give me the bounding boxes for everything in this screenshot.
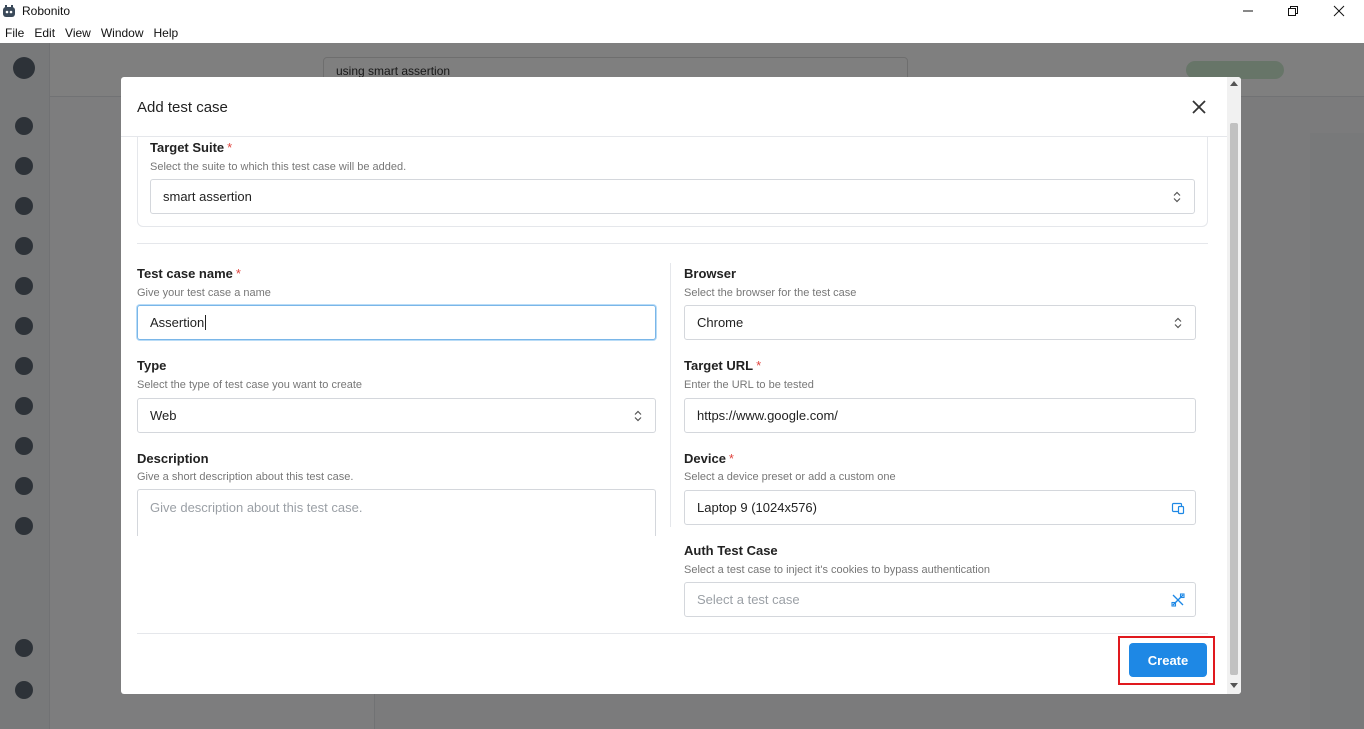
footer-divider <box>137 633 1208 634</box>
target-suite-select[interactable]: smart assertion <box>150 179 1195 214</box>
select-arrows-icon <box>1173 191 1181 203</box>
type-label: Type <box>137 358 167 373</box>
close-icon[interactable] <box>1189 97 1209 117</box>
scroll-up-arrow-icon[interactable] <box>1230 81 1238 86</box>
description-hint: Give a short description about this test… <box>137 471 354 483</box>
restore-button[interactable] <box>1270 0 1316 22</box>
modal-title: Add test case <box>137 99 228 116</box>
title-bar: Robonito <box>0 0 1364 22</box>
target-url-hint: Enter the URL to be tested <box>684 379 814 391</box>
menu-view[interactable]: View <box>65 26 91 40</box>
restore-icon <box>1288 6 1298 16</box>
window-close-button[interactable] <box>1316 0 1362 22</box>
auth-test-case-label: Auth Test Case <box>684 543 778 558</box>
select-arrows-icon <box>634 410 642 422</box>
tools-icon[interactable] <box>1171 593 1185 607</box>
test-case-name-label: Test case name * <box>137 266 241 281</box>
select-arrows-icon <box>1174 317 1182 329</box>
close-icon <box>1333 5 1345 17</box>
device-select[interactable]: Laptop 9 (1024x576) <box>684 490 1196 525</box>
add-test-case-modal: Add test case Target Suite * Select the s… <box>121 77 1241 694</box>
device-preset-icon[interactable] <box>1171 501 1185 515</box>
test-case-name-hint: Give your test case a name <box>137 287 271 299</box>
window-title: Robonito <box>22 4 71 18</box>
description-textarea[interactable]: Give description about this test case. <box>137 489 656 536</box>
scroll-thumb[interactable] <box>1230 123 1238 675</box>
text-caret <box>205 315 207 330</box>
description-label: Description <box>137 451 209 466</box>
minimize-icon <box>1243 10 1253 12</box>
section-divider <box>137 243 1208 244</box>
device-label: Device * <box>684 451 734 466</box>
column-divider <box>670 263 671 527</box>
target-url-input[interactable]: https://www.google.com/ <box>684 398 1196 433</box>
menu-edit[interactable]: Edit <box>34 26 55 40</box>
auth-test-case-hint: Select a test case to inject it's cookie… <box>684 564 990 576</box>
menu-window[interactable]: Window <box>101 26 144 40</box>
browser-select[interactable]: Chrome <box>684 305 1196 340</box>
target-suite-label: Target Suite * <box>150 140 233 155</box>
menu-help[interactable]: Help <box>154 26 179 40</box>
target-url-label: Target URL * <box>684 358 762 373</box>
type-select[interactable]: Web <box>137 398 656 433</box>
modal-scrollbar[interactable] <box>1227 77 1241 694</box>
browser-label: Browser <box>684 266 737 281</box>
target-suite-hint: Select the suite to which this test case… <box>150 161 407 173</box>
type-hint: Select the type of test case you want to… <box>137 379 363 391</box>
minimize-button[interactable] <box>1225 0 1271 22</box>
test-case-name-input[interactable]: Assertion <box>137 305 656 340</box>
scroll-down-arrow-icon[interactable] <box>1230 683 1238 688</box>
create-button-highlight <box>1118 636 1215 685</box>
browser-hint: Select the browser for the test case <box>684 287 857 299</box>
robonito-logo-icon <box>3 5 15 17</box>
device-hint: Select a device preset or add a custom o… <box>684 471 896 483</box>
modal-header: Add test case <box>121 77 1227 137</box>
auth-test-case-select[interactable]: Select a test case <box>684 582 1196 617</box>
menu-bar: File Edit View Window Help <box>0 22 1364 43</box>
menu-file[interactable]: File <box>5 26 24 40</box>
